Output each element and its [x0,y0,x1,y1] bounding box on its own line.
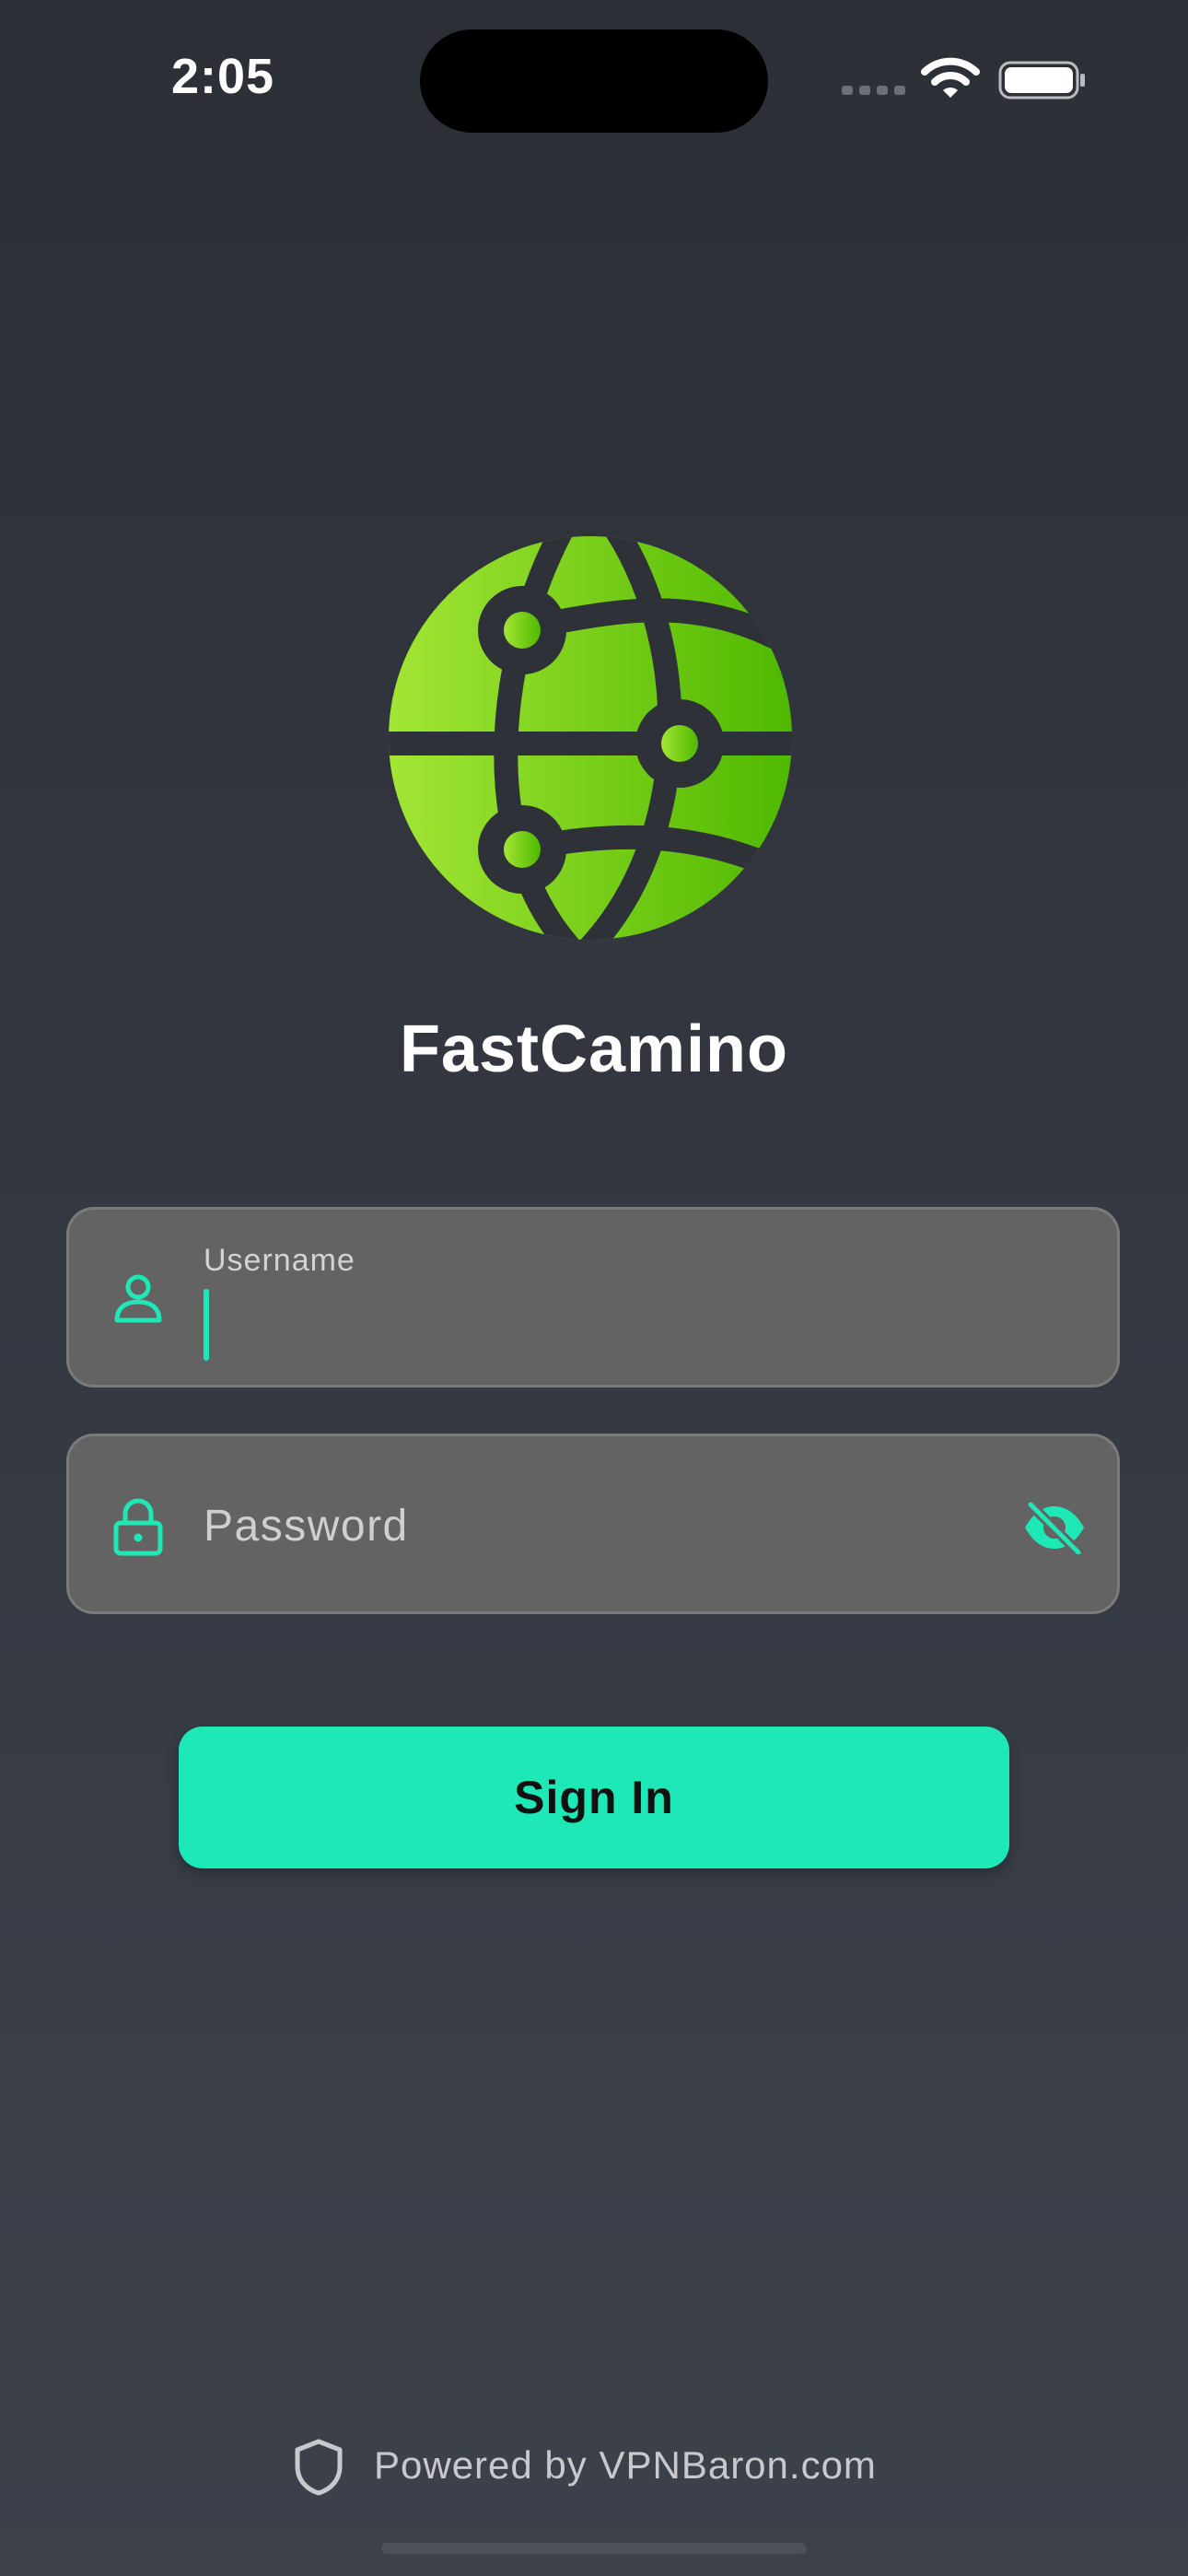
battery-icon [998,61,1085,100]
person-icon [114,1274,162,1323]
powered-by-text: Powered by VPNBaron.com [374,2443,877,2487]
username-input[interactable] [204,1243,1036,1364]
app-title: FastCamino [399,1013,789,1086]
password-input[interactable] [204,1469,1036,1591]
password-field[interactable]: Password [66,1434,1120,1614]
status-time: 2:05 [171,49,275,104]
username-field[interactable]: Username [66,1207,1120,1388]
globe-routes-logo-icon [389,536,792,940]
lock-icon [113,1498,163,1556]
dynamic-island [420,29,768,133]
eye-off-icon[interactable] [1021,1501,1088,1554]
wifi-icon [921,57,980,98]
home-indicator [381,2543,807,2554]
sign-in-button[interactable]: Sign In [179,1727,1009,1868]
footer: Powered by VPNBaron.com [0,2432,1188,2506]
shield-icon [295,2439,343,2496]
cellular-signal-icon [842,86,905,95]
status-bar: 2:05 [0,0,1188,147]
